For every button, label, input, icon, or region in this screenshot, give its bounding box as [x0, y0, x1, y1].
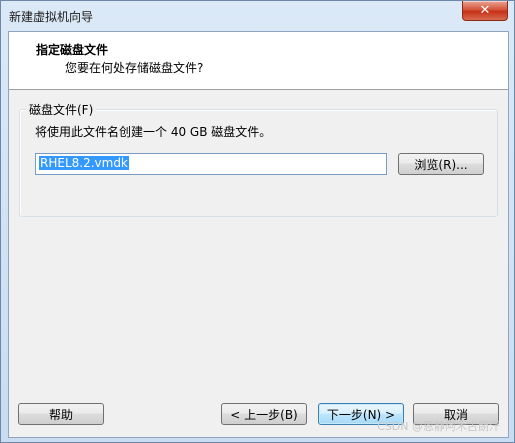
title-bar[interactable]: 新建虚拟机向导 ✕: [1, 1, 514, 31]
disk-file-input-value: RHEL8.2.vmdk: [39, 156, 129, 170]
page-title: 指定磁盘文件: [36, 43, 109, 57]
window-title: 新建虚拟机向导: [9, 10, 94, 24]
browse-button[interactable]: 浏览(R)...: [398, 153, 484, 175]
back-button[interactable]: < 上一步(B): [221, 403, 307, 425]
wizard-header: 指定磁盘文件 您要在何处存储磁盘文件?: [9, 32, 508, 90]
disk-file-group: 磁盘文件(F) 将使用此文件名创建一个 40 GB 磁盘文件。 RHEL8.2.…: [19, 101, 498, 217]
watermark: CSDN @恩静阿木古朗汗: [377, 420, 500, 433]
close-icon: ✕: [479, 3, 491, 18]
page-subtitle: 您要在何处存储磁盘文件?: [65, 61, 204, 75]
close-button[interactable]: ✕: [462, 1, 508, 21]
disk-file-description: 将使用此文件名创建一个 40 GB 磁盘文件。: [35, 125, 272, 139]
wizard-window: 新建虚拟机向导 ✕ 指定磁盘文件 您要在何处存储磁盘文件? 磁盘文件(F) 将使…: [0, 0, 515, 443]
wizard-client-area: 指定磁盘文件 您要在何处存储磁盘文件? 磁盘文件(F) 将使用此文件名创建一个 …: [8, 31, 509, 438]
help-button[interactable]: 帮助: [18, 403, 104, 425]
disk-file-input[interactable]: RHEL8.2.vmdk: [35, 153, 387, 175]
disk-file-group-label: 磁盘文件(F): [26, 101, 97, 118]
